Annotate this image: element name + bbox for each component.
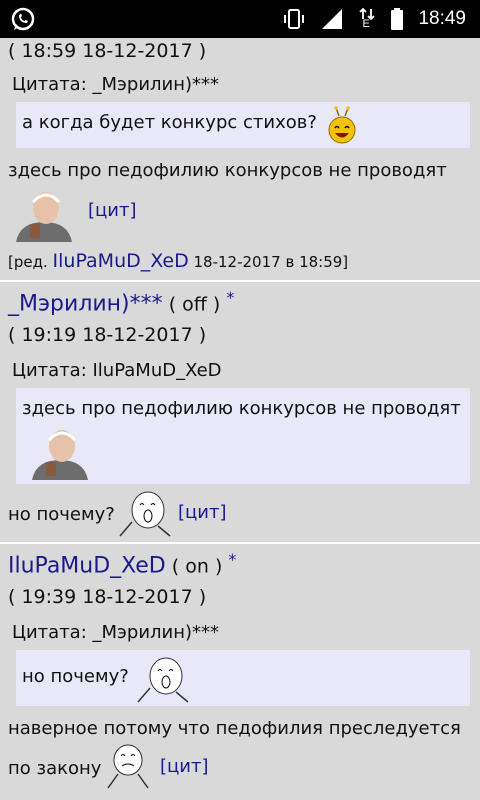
post-datetime: ( 19:19 18-12-2017 ) — [8, 324, 207, 346]
author-link[interactable]: IluPaMuD_XeD — [8, 553, 166, 578]
whatsapp-icon — [10, 6, 36, 32]
battery-icon — [391, 8, 404, 30]
post-header: IluPaMuD_XeD ( on ) * — [8, 550, 236, 578]
author-link[interactable]: _Мэрилин)*** — [8, 291, 163, 316]
vibrate-icon — [284, 9, 305, 29]
edit-date: 18-12-2017 в 18:59] — [188, 253, 349, 271]
post-separator — [0, 280, 480, 282]
network-letter: E — [362, 18, 370, 30]
quote-label: Цитата: IluPaMuD_XeD — [12, 360, 222, 381]
quote-reply-link[interactable]: [цит] — [178, 502, 226, 523]
status-bar: E 18:49 — [0, 0, 480, 38]
post-body-line: по закону — [8, 758, 102, 779]
post-body-line: наверное потому что педофилия преследует… — [8, 718, 461, 739]
status-star: * — [226, 288, 235, 307]
quote-text: здесь про педофилию конкурсов не проводя… — [22, 398, 461, 419]
online-status: ( off ) — [168, 293, 221, 316]
quote-reply-link[interactable]: [цит] — [88, 200, 136, 221]
edit-prefix: [ред. — [8, 253, 53, 271]
clock: 18:49 — [418, 8, 466, 29]
data-arrows-icon: E — [358, 7, 376, 31]
post-datetime: ( 18:59 18-12-2017 ) — [8, 40, 207, 62]
meme-face-icon — [119, 491, 171, 537]
quote-label: Цитата: _Мэрилин)*** — [12, 74, 220, 95]
quote-box: а когда будет конкурс стихов? — [16, 102, 470, 148]
quote-text: но почему? — [22, 666, 129, 687]
quote-text: а когда будет конкурс стихов? — [22, 112, 317, 133]
post-body: здесь про педофилию конкурсов не проводя… — [8, 160, 447, 181]
old-man-avatar-icon — [6, 186, 84, 242]
edit-note: [ред. IluPaMuD_XeD 18-12-2017 в 18:59] — [8, 250, 348, 272]
post-datetime: ( 19:39 18-12-2017 ) — [8, 586, 207, 608]
post-body: но почему? — [8, 504, 115, 525]
laughing-smiley-icon — [328, 106, 356, 144]
post-separator — [0, 542, 480, 544]
old-man-avatar-icon — [32, 430, 88, 480]
meme-face-icon — [107, 744, 149, 789]
edit-user-link[interactable]: IluPaMuD_XeD — [53, 250, 189, 272]
quote-box: но почему? — [16, 650, 470, 706]
quote-label: Цитата: _Мэрилин)*** — [12, 622, 220, 643]
quote-reply-link[interactable]: [цит] — [160, 756, 208, 777]
post-header: _Мэрилин)*** ( off ) * — [8, 288, 234, 316]
meme-face-icon — [137, 657, 189, 703]
quote-box: здесь про педофилию конкурсов не проводя… — [16, 388, 470, 484]
online-status: ( on ) — [171, 555, 223, 578]
signal-icon — [322, 9, 343, 29]
status-star: * — [228, 550, 237, 569]
